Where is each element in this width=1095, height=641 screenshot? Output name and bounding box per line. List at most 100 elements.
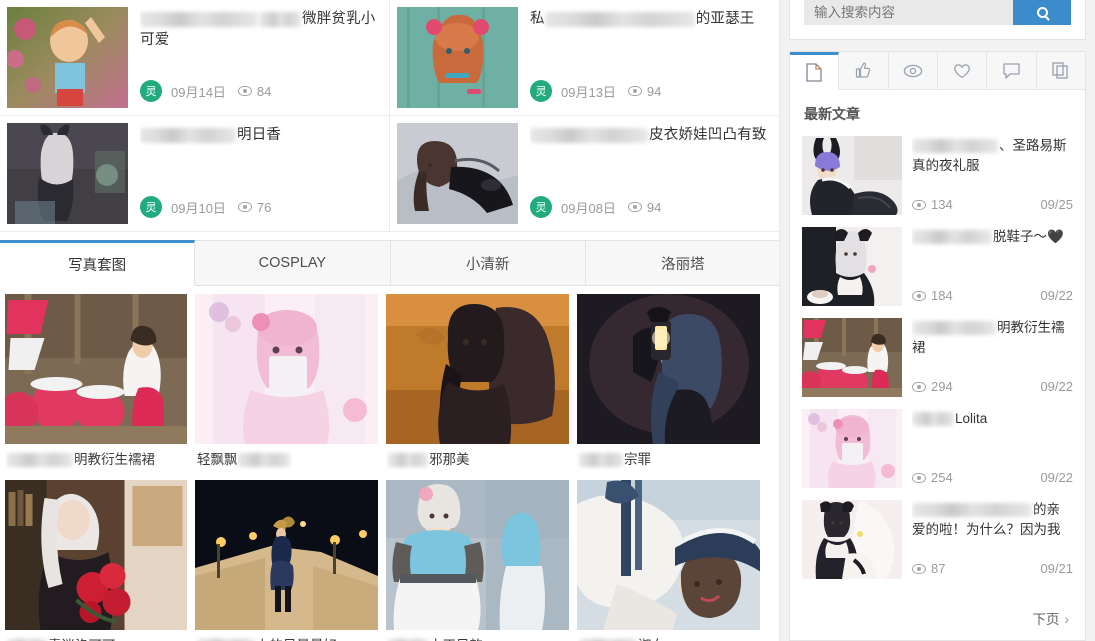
gallery-thumbnail[interactable] (195, 294, 378, 444)
article-title[interactable]: 微胖贫乳小可爱 (140, 7, 377, 51)
tab-label: COSPLAY (258, 255, 327, 271)
copy-icon (1052, 62, 1068, 79)
list-item-thumbnail[interactable] (802, 409, 902, 488)
gallery-thumbnail[interactable] (386, 480, 569, 630)
gallery-thumbnail[interactable] (577, 480, 760, 630)
list-item-title[interactable]: 明教衍生襦裙 (912, 318, 1073, 358)
list-item-title[interactable]: 脱鞋子～🖤 (912, 227, 1073, 247)
list-item[interactable]: 、圣路易斯真的夜礼服 134 09/25 (802, 130, 1073, 221)
article-list: 、圣路易斯真的夜礼服 134 09/25 脱鞋子～🖤 184 09/22 明教衍… (790, 130, 1085, 604)
redacted-text (912, 503, 1032, 518)
gallery-item[interactable]: 大正风韵 (382, 480, 573, 641)
article-title-text: 皮衣娇娃凹凸有致 (649, 127, 767, 143)
tab-label: 写真套图 (68, 257, 127, 274)
redacted-text (140, 11, 258, 27)
list-item[interactable]: Lolita 254 09/22 (802, 403, 1073, 494)
gallery-item[interactable]: 宗罪 (573, 294, 764, 470)
article-card[interactable]: 微胖贫乳小可爱 灵 09月14日 84 (0, 0, 390, 116)
sidebar-panel: 最新文章 、圣路易斯真的夜礼服 134 09/25 脱鞋子～🖤 184 09/2… (789, 51, 1086, 641)
gallery-grid: 明教衍生襦裙 轻飘飘 邪那美 宗罪 (0, 286, 779, 641)
panel-title: 最新文章 (804, 106, 860, 122)
tab-collections[interactable] (1036, 52, 1085, 89)
sidebar-icon-tab-bar (790, 52, 1085, 90)
list-item-title[interactable]: 的亲爱的啦！为什么？因为我对带 (912, 500, 1073, 540)
article-thumbnail[interactable] (397, 123, 518, 224)
tab-most-viewed[interactable] (888, 52, 938, 89)
gallery-item[interactable]: 上的风景最好 (191, 480, 382, 641)
article-meta: 灵 09月14日 84 (140, 80, 377, 108)
article-title[interactable]: 明日香 (140, 123, 377, 146)
view-count: 94 (627, 200, 661, 215)
search-button[interactable] (1013, 0, 1071, 25)
list-item-thumbnail[interactable] (802, 318, 902, 397)
gallery-item[interactable]: 青迷洛可可 (0, 480, 191, 641)
list-item-meta: 134 09/25 (912, 197, 1073, 215)
list-item-thumbnail[interactable] (802, 136, 902, 215)
article-card[interactable]: 明日香 灵 09月10日 76 (0, 116, 390, 232)
article-card-body: 皮衣娇娃凹凸有致 灵 09月08日 94 (518, 123, 768, 224)
gallery-caption[interactable]: 青迷洛可可 (5, 630, 187, 641)
gallery-thumbnail[interactable] (386, 294, 569, 444)
avatar: 灵 (140, 80, 162, 102)
list-item[interactable]: 脱鞋子～🖤 184 09/22 (802, 221, 1073, 312)
gallery-caption[interactable]: 邪那美 (386, 444, 569, 470)
list-item[interactable]: 明教衍生襦裙 294 09/22 (802, 312, 1073, 403)
gallery-item[interactable]: 邪那美 (382, 294, 573, 470)
tab-most-liked[interactable] (839, 52, 889, 89)
list-item-thumbnail[interactable] (802, 500, 902, 579)
redacted-text (259, 11, 301, 27)
chevron-right-icon: › (1064, 612, 1070, 627)
list-item-thumbnail[interactable] (802, 227, 902, 306)
redacted-text (912, 139, 998, 154)
article-card-grid: 微胖贫乳小可爱 灵 09月14日 84 私 的亚瑟王 灵 09月13日 94 明… (0, 0, 779, 232)
tab-xiaoqingxin[interactable]: 小清新 (390, 240, 586, 285)
article-card[interactable]: 皮衣娇娃凹凸有致 灵 09月08日 94 (390, 116, 779, 232)
tab-cosplay[interactable]: COSPLAY (195, 240, 391, 285)
article-title[interactable]: 皮衣娇娃凹凸有致 (530, 123, 768, 146)
gallery-thumbnail[interactable] (195, 480, 378, 630)
view-count: 254 (912, 470, 953, 485)
gallery-caption[interactable]: 大正风韵 (386, 630, 569, 641)
article-title-prefix: 私 (530, 11, 545, 27)
list-item[interactable]: 的亲爱的啦！为什么？因为我对带 87 09/21 (802, 494, 1073, 585)
gallery-caption[interactable]: 明教衍生襦裙 (5, 444, 187, 470)
gallery-caption[interactable]: 轻飘飘 (195, 444, 378, 470)
tab-favorites[interactable] (937, 52, 988, 89)
list-item-title[interactable]: Lolita (912, 409, 1073, 429)
gallery-item[interactable]: 轻飘飘 (191, 294, 382, 470)
view-count-value: 87 (931, 561, 946, 576)
tab-comments[interactable] (987, 52, 1037, 89)
gallery-item[interactable]: 淑女 (573, 480, 764, 641)
gallery-thumbnail[interactable] (577, 294, 760, 444)
list-item-title[interactable]: 、圣路易斯真的夜礼服 (912, 136, 1073, 176)
view-count: 294 (912, 379, 953, 394)
article-card[interactable]: 私 的亚瑟王 灵 09月13日 94 (390, 0, 779, 116)
gallery-caption[interactable]: 淑女 (577, 630, 760, 641)
next-page-link[interactable]: 下页 › (790, 604, 1085, 640)
article-card-body: 明日香 灵 09月10日 76 (128, 123, 377, 224)
gallery-caption[interactable]: 宗罪 (577, 444, 760, 470)
list-item-body: 的亲爱的啦！为什么？因为我对带 87 09/21 (902, 500, 1073, 579)
search-input[interactable] (804, 0, 1013, 25)
article-thumbnail[interactable] (7, 7, 128, 108)
view-count: 184 (912, 288, 953, 303)
gallery-caption[interactable]: 上的风景最好 (195, 630, 378, 641)
main-content-column: 微胖贫乳小可爱 灵 09月14日 84 私 的亚瑟王 灵 09月13日 94 明… (0, 0, 780, 641)
gallery-thumbnail[interactable] (5, 480, 187, 630)
view-count-value: 76 (256, 199, 272, 215)
gallery-item[interactable]: 明教衍生襦裙 (0, 294, 191, 470)
tab-latest-articles[interactable] (790, 52, 840, 90)
article-thumbnail[interactable] (7, 123, 128, 224)
list-item-meta: 87 09/21 (912, 561, 1073, 579)
redacted-text (579, 453, 623, 468)
article-title[interactable]: 私 的亚瑟王 (530, 7, 768, 30)
gallery-thumbnail[interactable] (5, 294, 187, 444)
article-thumbnail[interactable] (397, 7, 518, 108)
redacted-text (237, 453, 290, 468)
publish-date: 09/22 (1040, 288, 1073, 303)
search-row (804, 0, 1071, 25)
tab-xiezhen-taotu[interactable]: 写真套图 (0, 240, 196, 286)
view-count-value: 84 (256, 83, 272, 99)
eye-icon (912, 472, 926, 483)
tab-lolita[interactable]: 洛丽塔 (585, 240, 779, 285)
